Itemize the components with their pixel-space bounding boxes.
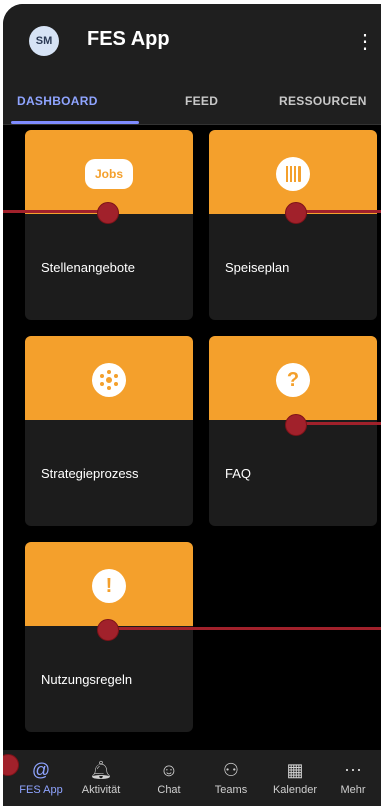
tab-feed[interactable]: FEED (185, 94, 218, 108)
annotation-marker (285, 202, 307, 224)
annotation-line (3, 210, 99, 213)
app-bar: SM FES App ⋮ (3, 4, 381, 82)
app-screen: SM FES App ⋮ DASHBOARD FEED RESSOURCEN J… (3, 4, 381, 806)
teams-icon: ⚇ (222, 760, 240, 780)
tab-dashboard[interactable]: DASHBOARD (17, 94, 98, 108)
annotation-marker (97, 202, 119, 224)
cutlery-icon (276, 157, 310, 191)
tab-ressourcen[interactable]: RESSOURCEN (279, 94, 367, 108)
jobs-icon: Jobs (85, 159, 133, 189)
annotation-line (109, 627, 381, 630)
nav-fes-app[interactable]: @ FES App (11, 758, 71, 796)
bottom-navigation: @ FES App 🔔︎ Aktivität ☺ Chat ⚇ Teams ▦ … (3, 750, 381, 806)
tile-label: Strategieprozess (41, 466, 139, 481)
more-options-icon[interactable]: ⋮ (355, 30, 375, 54)
tile-strategieprozess[interactable]: Strategieprozess (25, 336, 193, 526)
nav-label: Mehr (340, 784, 366, 796)
nav-label: FES App (19, 784, 63, 796)
more-icon: ⋯ (344, 760, 362, 780)
bell-icon: 🔔︎ (89, 760, 113, 780)
annotation-marker (97, 619, 119, 641)
tile-label: Nutzungsregeln (41, 672, 133, 687)
app-title: FES App (87, 28, 170, 50)
tab-bar: DASHBOARD FEED RESSOURCEN (3, 82, 381, 125)
nav-label: Aktivität (81, 784, 121, 796)
fes-app-icon: @ (31, 760, 51, 780)
tile-label: Stellenangebote (41, 260, 135, 275)
tile-stellenangebote[interactable]: Jobs Stellenangebote (25, 130, 193, 320)
nav-teams[interactable]: ⚇ Teams (201, 758, 261, 796)
avatar[interactable]: SM (29, 26, 59, 56)
exclamation-icon: ! (92, 569, 126, 603)
nav-label: Teams (214, 784, 248, 796)
calendar-icon: ▦ (286, 760, 304, 780)
nav-label: Chat (157, 784, 181, 796)
network-icon (92, 363, 126, 397)
nav-mehr[interactable]: ⋯ Mehr (327, 758, 379, 796)
tile-speiseplan[interactable]: Speiseplan (209, 130, 377, 320)
question-icon: ? (276, 363, 310, 397)
nav-kalender[interactable]: ▦ Kalender (265, 758, 325, 796)
nav-chat[interactable]: ☺ Chat (139, 758, 199, 796)
annotation-marker (285, 414, 307, 436)
nav-aktivitaet[interactable]: 🔔︎ Aktivität (71, 758, 131, 796)
chat-icon: ☺ (159, 760, 179, 780)
nav-label: Kalender (272, 784, 318, 796)
tile-label: FAQ (225, 466, 252, 481)
tab-active-indicator (11, 121, 139, 124)
tile-label: Speiseplan (225, 260, 290, 275)
